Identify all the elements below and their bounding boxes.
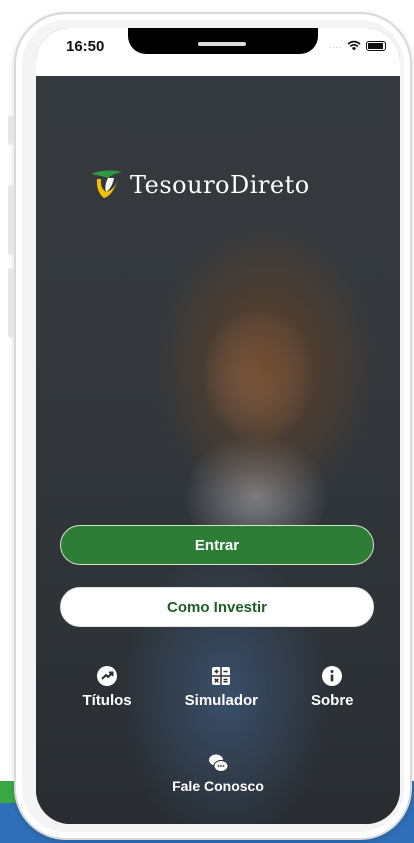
login-button-label: Entrar <box>194 536 240 554</box>
login-button[interactable]: Entrar <box>60 525 374 565</box>
contact-button[interactable]: Fale Conosco <box>36 752 400 794</box>
brand-logo: TesouroDireto <box>88 168 310 202</box>
brand-name: TesouroDireto <box>130 171 310 199</box>
menu-item-sobre[interactable]: Sobre <box>311 666 354 709</box>
app-screen: 16:50 .... TesouroDireto Entrar Como Inv… <box>36 28 400 824</box>
tesouro-direto-logo-icon <box>91 170 122 198</box>
how-to-invest-button-label: Como Investir <box>166 598 268 616</box>
phone-side-button <box>8 268 14 338</box>
info-icon <box>322 666 343 686</box>
bottom-menu: Títulos Simulador Sobre <box>36 666 400 709</box>
signal-icon: .... <box>329 41 342 50</box>
status-icons: .... <box>329 40 386 51</box>
notch-speaker <box>198 42 246 46</box>
menu-item-titulos[interactable]: Títulos <box>82 666 132 709</box>
status-time: 16:50 <box>66 38 105 55</box>
menu-item-label: Simulador <box>184 692 258 709</box>
chat-bubbles-icon <box>209 754 229 772</box>
menu-item-label: Sobre <box>310 692 354 709</box>
battery-icon <box>366 40 386 51</box>
menu-item-label: Títulos <box>82 692 132 709</box>
calculator-icon <box>212 667 231 685</box>
contact-label: Fale Conosco <box>172 778 264 794</box>
status-bar: 16:50 .... <box>36 28 400 76</box>
phone-side-button <box>8 115 14 145</box>
phone-notch <box>128 28 318 54</box>
how-to-invest-button[interactable]: Como Investir <box>60 587 374 627</box>
menu-item-simulador[interactable]: Simulador <box>185 666 258 709</box>
wifi-icon <box>347 40 361 51</box>
trending-up-icon <box>97 666 118 686</box>
phone-side-button <box>8 185 14 255</box>
